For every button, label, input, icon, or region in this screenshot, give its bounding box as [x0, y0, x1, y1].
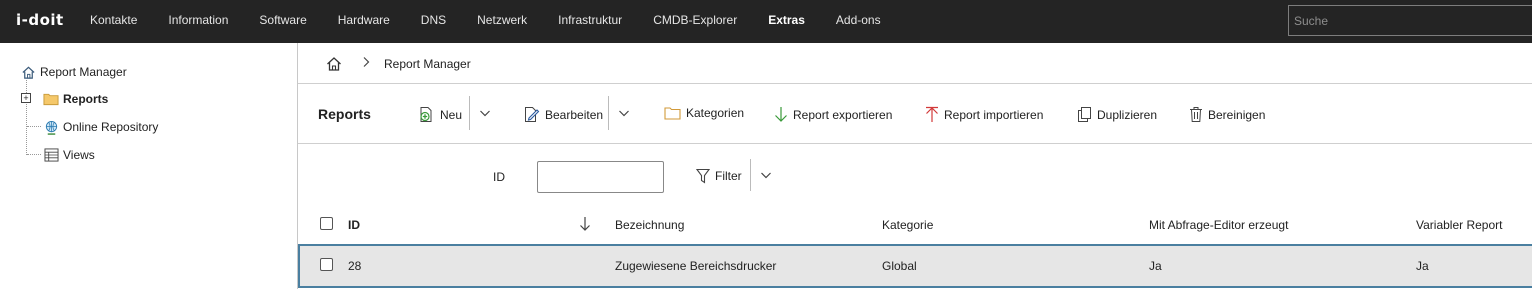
filter-button[interactable]: Filter [696, 168, 742, 184]
top-navbar: i-doit Kontakte Information Software Har… [0, 0, 1532, 43]
breadcrumb: Report Manager [298, 43, 1532, 84]
filter-icon [696, 168, 710, 184]
nav-item-add-ons[interactable]: Add-ons [836, 13, 881, 27]
export-report-label: Report exportieren [793, 107, 893, 122]
sidebar-item-label: Online Repository [63, 120, 159, 134]
edit-button-label: Bearbeiten [545, 107, 604, 122]
nav-item-extras[interactable]: Extras [768, 13, 805, 27]
cell-bezeichnung: Zugewiesene Bereichsdrucker [615, 259, 777, 273]
folder-icon [664, 106, 681, 120]
tree-connector [27, 126, 41, 127]
select-all-checkbox[interactable] [320, 217, 333, 230]
divider [750, 159, 751, 191]
nav-item-infrastruktur[interactable]: Infrastruktur [558, 13, 622, 27]
edit-button[interactable]: Bearbeiten [523, 106, 603, 123]
main-nav: Kontakte Information Software Hardware D… [90, 13, 912, 27]
trash-icon [1189, 106, 1203, 123]
row-checkbox[interactable] [320, 258, 333, 271]
cell-abfrage-editor: Ja [1149, 259, 1162, 273]
breadcrumb-current[interactable]: Report Manager [384, 57, 471, 71]
toolbar: Reports Neu Bearbeiten Kategorien Report… [298, 84, 1532, 144]
cell-id: 28 [348, 259, 362, 273]
duplicate-button-label: Duplizieren [1097, 107, 1158, 122]
nav-item-dns[interactable]: DNS [421, 13, 446, 27]
id-filter-label: ID [493, 170, 505, 184]
cleanup-button-label: Bereinigen [1208, 107, 1266, 122]
divider [608, 96, 609, 130]
column-header-abfrage-editor[interactable]: Mit Abfrage-Editor erzeugt [1149, 218, 1288, 232]
duplicate-button[interactable]: Duplizieren [1077, 106, 1157, 123]
nav-item-information[interactable]: Information [168, 13, 228, 27]
sidebar-item-label: Report Manager [40, 65, 127, 79]
filter-button-label: Filter [715, 169, 742, 183]
table-row[interactable]: 28 Zugewiesene Bereichsdrucker Global Ja… [298, 244, 1532, 288]
divider [469, 96, 470, 130]
sidebar-item-online-repository[interactable]: Online Repository [43, 119, 158, 135]
arrow-down-icon [774, 106, 788, 123]
sidebar-tree: Report Manager + Reports Online Reposito… [0, 43, 297, 289]
sidebar-item-report-manager[interactable]: Report Manager [20, 64, 127, 80]
column-header-bezeichnung[interactable]: Bezeichnung [615, 218, 684, 232]
new-document-icon [418, 106, 435, 123]
table-icon [43, 147, 59, 163]
nav-item-cmdb-explorer[interactable]: CMDB-Explorer [653, 13, 737, 27]
sidebar-item-views[interactable]: Views [43, 147, 95, 163]
cleanup-button[interactable]: Bereinigen [1189, 106, 1265, 123]
chevron-down-icon[interactable] [479, 107, 491, 122]
chevron-right-icon [362, 56, 370, 71]
nav-item-software[interactable]: Software [259, 13, 306, 27]
categories-button-label: Kategorien [686, 106, 745, 120]
cell-variabler-report: Ja [1416, 259, 1429, 273]
tree-connector [26, 80, 27, 155]
column-header-kategorie[interactable]: Kategorie [882, 218, 933, 232]
page-title: Reports [318, 106, 371, 122]
home-icon [20, 64, 36, 80]
search-input[interactable] [1288, 5, 1532, 36]
nav-item-kontakte[interactable]: Kontakte [90, 13, 137, 27]
nav-item-hardware[interactable]: Hardware [338, 13, 390, 27]
tree-connector [27, 154, 41, 155]
categories-button[interactable]: Kategorien [664, 106, 744, 120]
chevron-down-icon[interactable] [618, 107, 630, 122]
new-button-label: Neu [440, 107, 463, 122]
app-logo[interactable]: i-doit [16, 11, 64, 29]
home-icon[interactable] [326, 56, 342, 75]
globe-icon [43, 119, 59, 135]
import-report-button[interactable]: Report importieren [925, 106, 1043, 123]
folder-icon [43, 91, 59, 107]
sidebar-item-reports[interactable]: Reports [43, 91, 108, 107]
import-report-label: Report importieren [944, 107, 1044, 122]
id-filter-input[interactable] [537, 161, 664, 193]
arrow-up-icon [925, 106, 939, 123]
table-header: ID Bezeichnung Kategorie Mit Abfrage-Edi… [298, 208, 1532, 244]
chevron-down-icon[interactable] [760, 169, 772, 184]
export-report-button[interactable]: Report exportieren [774, 106, 892, 123]
column-header-variabler-report[interactable]: Variabler Report [1416, 218, 1502, 232]
expand-toggle[interactable]: + [21, 93, 31, 103]
sidebar-item-label: Views [63, 148, 95, 162]
sidebar-item-label: Reports [63, 92, 109, 106]
copy-icon [1077, 106, 1092, 123]
cell-kategorie: Global [882, 259, 917, 273]
edit-document-icon [523, 106, 540, 123]
filter-bar: ID Filter [298, 144, 1532, 208]
column-header-id[interactable]: ID [348, 218, 360, 232]
main-panel: Report Manager Reports Neu Bearbeiten Ka… [297, 43, 1532, 289]
sort-arrow-down-icon[interactable] [579, 216, 591, 235]
nav-item-netzwerk[interactable]: Netzwerk [477, 13, 527, 27]
new-button[interactable]: Neu [418, 106, 462, 123]
